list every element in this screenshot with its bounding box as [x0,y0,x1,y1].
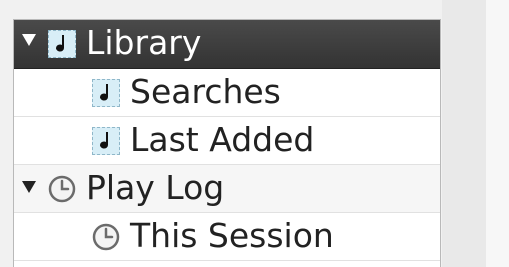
tree-item-label: Play Log [86,168,225,207]
clock-icon [92,223,120,251]
tree-item-library[interactable]: Library [14,20,440,69]
music-note-icon [48,30,76,58]
tree-item-play-log[interactable]: Play Log [14,165,440,213]
right-edge-strip [486,0,509,267]
window-frame: Library Searches Last Added Play Log Thi… [0,0,509,267]
tree-item-searches[interactable]: Searches [14,69,440,117]
tree-item-label: Library [86,23,202,62]
tree-item-label: Last Added [130,120,315,159]
tree-item-label: This Session [130,216,334,255]
tree-item-last-added[interactable]: Last Added [14,117,440,165]
disclosure-triangle-expanded-icon[interactable] [22,181,36,193]
music-note-icon [92,127,120,155]
disclosure-triangle-expanded-icon[interactable] [22,34,36,46]
music-note-icon [92,79,120,107]
source-list-tree: Library Searches Last Added Play Log Thi… [13,19,441,267]
right-pane [442,0,486,267]
tree-item-label: Searches [130,72,281,111]
clock-icon [48,175,76,203]
tree-item-this-session[interactable]: This Session [14,213,440,261]
